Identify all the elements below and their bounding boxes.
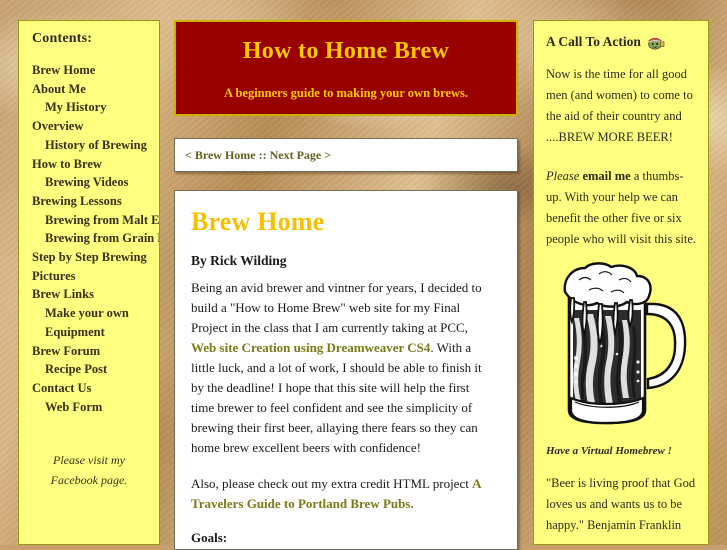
email-me-link[interactable]: email me xyxy=(582,169,630,183)
virtual-homebrew-caption: Have a Virtual Homebrew ! xyxy=(546,445,672,457)
email-paragraph: Please email me a thumbs-up. With your h… xyxy=(534,166,708,250)
main-content-panel: Brew Home By Rick Wilding Being an avid … xyxy=(174,190,518,550)
right-sidebar: A Call To Action Now is the time for all… xyxy=(533,20,709,545)
call-to-action-label: A Call To Action xyxy=(546,34,641,49)
sidebar-nav-list: Brew Home About Me My History Overview Histo… xyxy=(19,61,159,416)
byline: By Rick Wilding xyxy=(191,253,287,268)
page-navigation-bar: < Brew Home:: Next Page > xyxy=(174,138,518,172)
please-emphasis: Please xyxy=(546,169,580,183)
beer-face-emoticon-icon xyxy=(647,35,665,50)
sidebar-nav-item[interactable]: Contact Us xyxy=(19,379,159,398)
sidebar-nav-item[interactable]: Brewing from Malt Extract xyxy=(19,211,159,230)
site-banner: How to Home Brew A beginners guide to ma… xyxy=(174,20,518,116)
contents-heading: Contents: xyxy=(32,31,93,46)
dreamweaver-course-link[interactable]: Web site Creation using Dreamweaver CS4 xyxy=(191,340,430,355)
prev-page-link[interactable]: < Brew Home xyxy=(185,148,256,162)
nav-separator: :: xyxy=(258,148,267,162)
extra-credit-text: Also, please check out my extra credit H… xyxy=(191,476,473,491)
beer-mug-illustration xyxy=(534,262,708,437)
left-sidebar: Contents: Brew Home About Me My History Ove… xyxy=(18,20,160,545)
sidebar-nav-item[interactable]: History of Brewing xyxy=(19,136,159,155)
sidebar-nav-item[interactable]: How to Brew xyxy=(19,155,159,174)
intro-text-a: Being an avid brewer and vintner for yea… xyxy=(191,280,482,335)
call-to-action-heading: A Call To Action xyxy=(534,21,708,50)
franklin-quote: "Beer is living proof that God loves us … xyxy=(546,476,696,532)
sidebar-nav-item[interactable]: Brew Links xyxy=(19,285,159,304)
sidebar-nav-item[interactable]: Brew Forum xyxy=(19,342,159,361)
intro-paragraph: Being an avid brewer and vintner for yea… xyxy=(191,278,495,458)
sidebar-nav-item[interactable]: My History xyxy=(19,98,159,117)
extra-credit-paragraph: Also, please check out my extra credit H… xyxy=(191,474,495,514)
sidebar-nav-item[interactable]: Web Form xyxy=(19,398,159,417)
sidebar-nav-item[interactable]: Recipe Post xyxy=(19,360,159,379)
page-nav-links: < Brew Home:: Next Page > xyxy=(175,139,517,163)
sidebar-nav-item[interactable]: Make your own xyxy=(19,304,159,323)
facebook-note[interactable]: Please visit my Facebook page. xyxy=(19,450,159,490)
sidebar-nav-item[interactable]: Brewing Videos xyxy=(19,173,159,192)
sidebar-nav-item[interactable]: About Me xyxy=(19,80,159,99)
banner-title: How to Home Brew xyxy=(242,38,450,64)
page-title: Brew Home xyxy=(191,207,325,236)
sidebar-nav-item[interactable]: Overview xyxy=(19,117,159,136)
goals-heading: Goals: xyxy=(191,530,228,545)
cta-paragraph: Now is the time for all good men (and wo… xyxy=(546,67,693,144)
banner-subtitle: A beginners guide to making your own bre… xyxy=(223,86,469,100)
sidebar-nav-item[interactable]: Step by Step Brewing xyxy=(19,248,159,267)
sidebar-nav-item[interactable]: Equipment xyxy=(19,323,159,342)
sidebar-nav-item[interactable]: Brewing Lessons xyxy=(19,192,159,211)
sidebar-nav-item[interactable]: Pictures xyxy=(19,267,159,286)
sidebar-nav-item[interactable]: Brewing from Grain Mashing xyxy=(19,229,159,248)
intro-text-b: . With a little luck, and a lot of work,… xyxy=(191,340,482,455)
sidebar-nav-item[interactable]: Brew Home xyxy=(19,61,159,80)
next-page-link[interactable]: Next Page > xyxy=(270,148,331,162)
